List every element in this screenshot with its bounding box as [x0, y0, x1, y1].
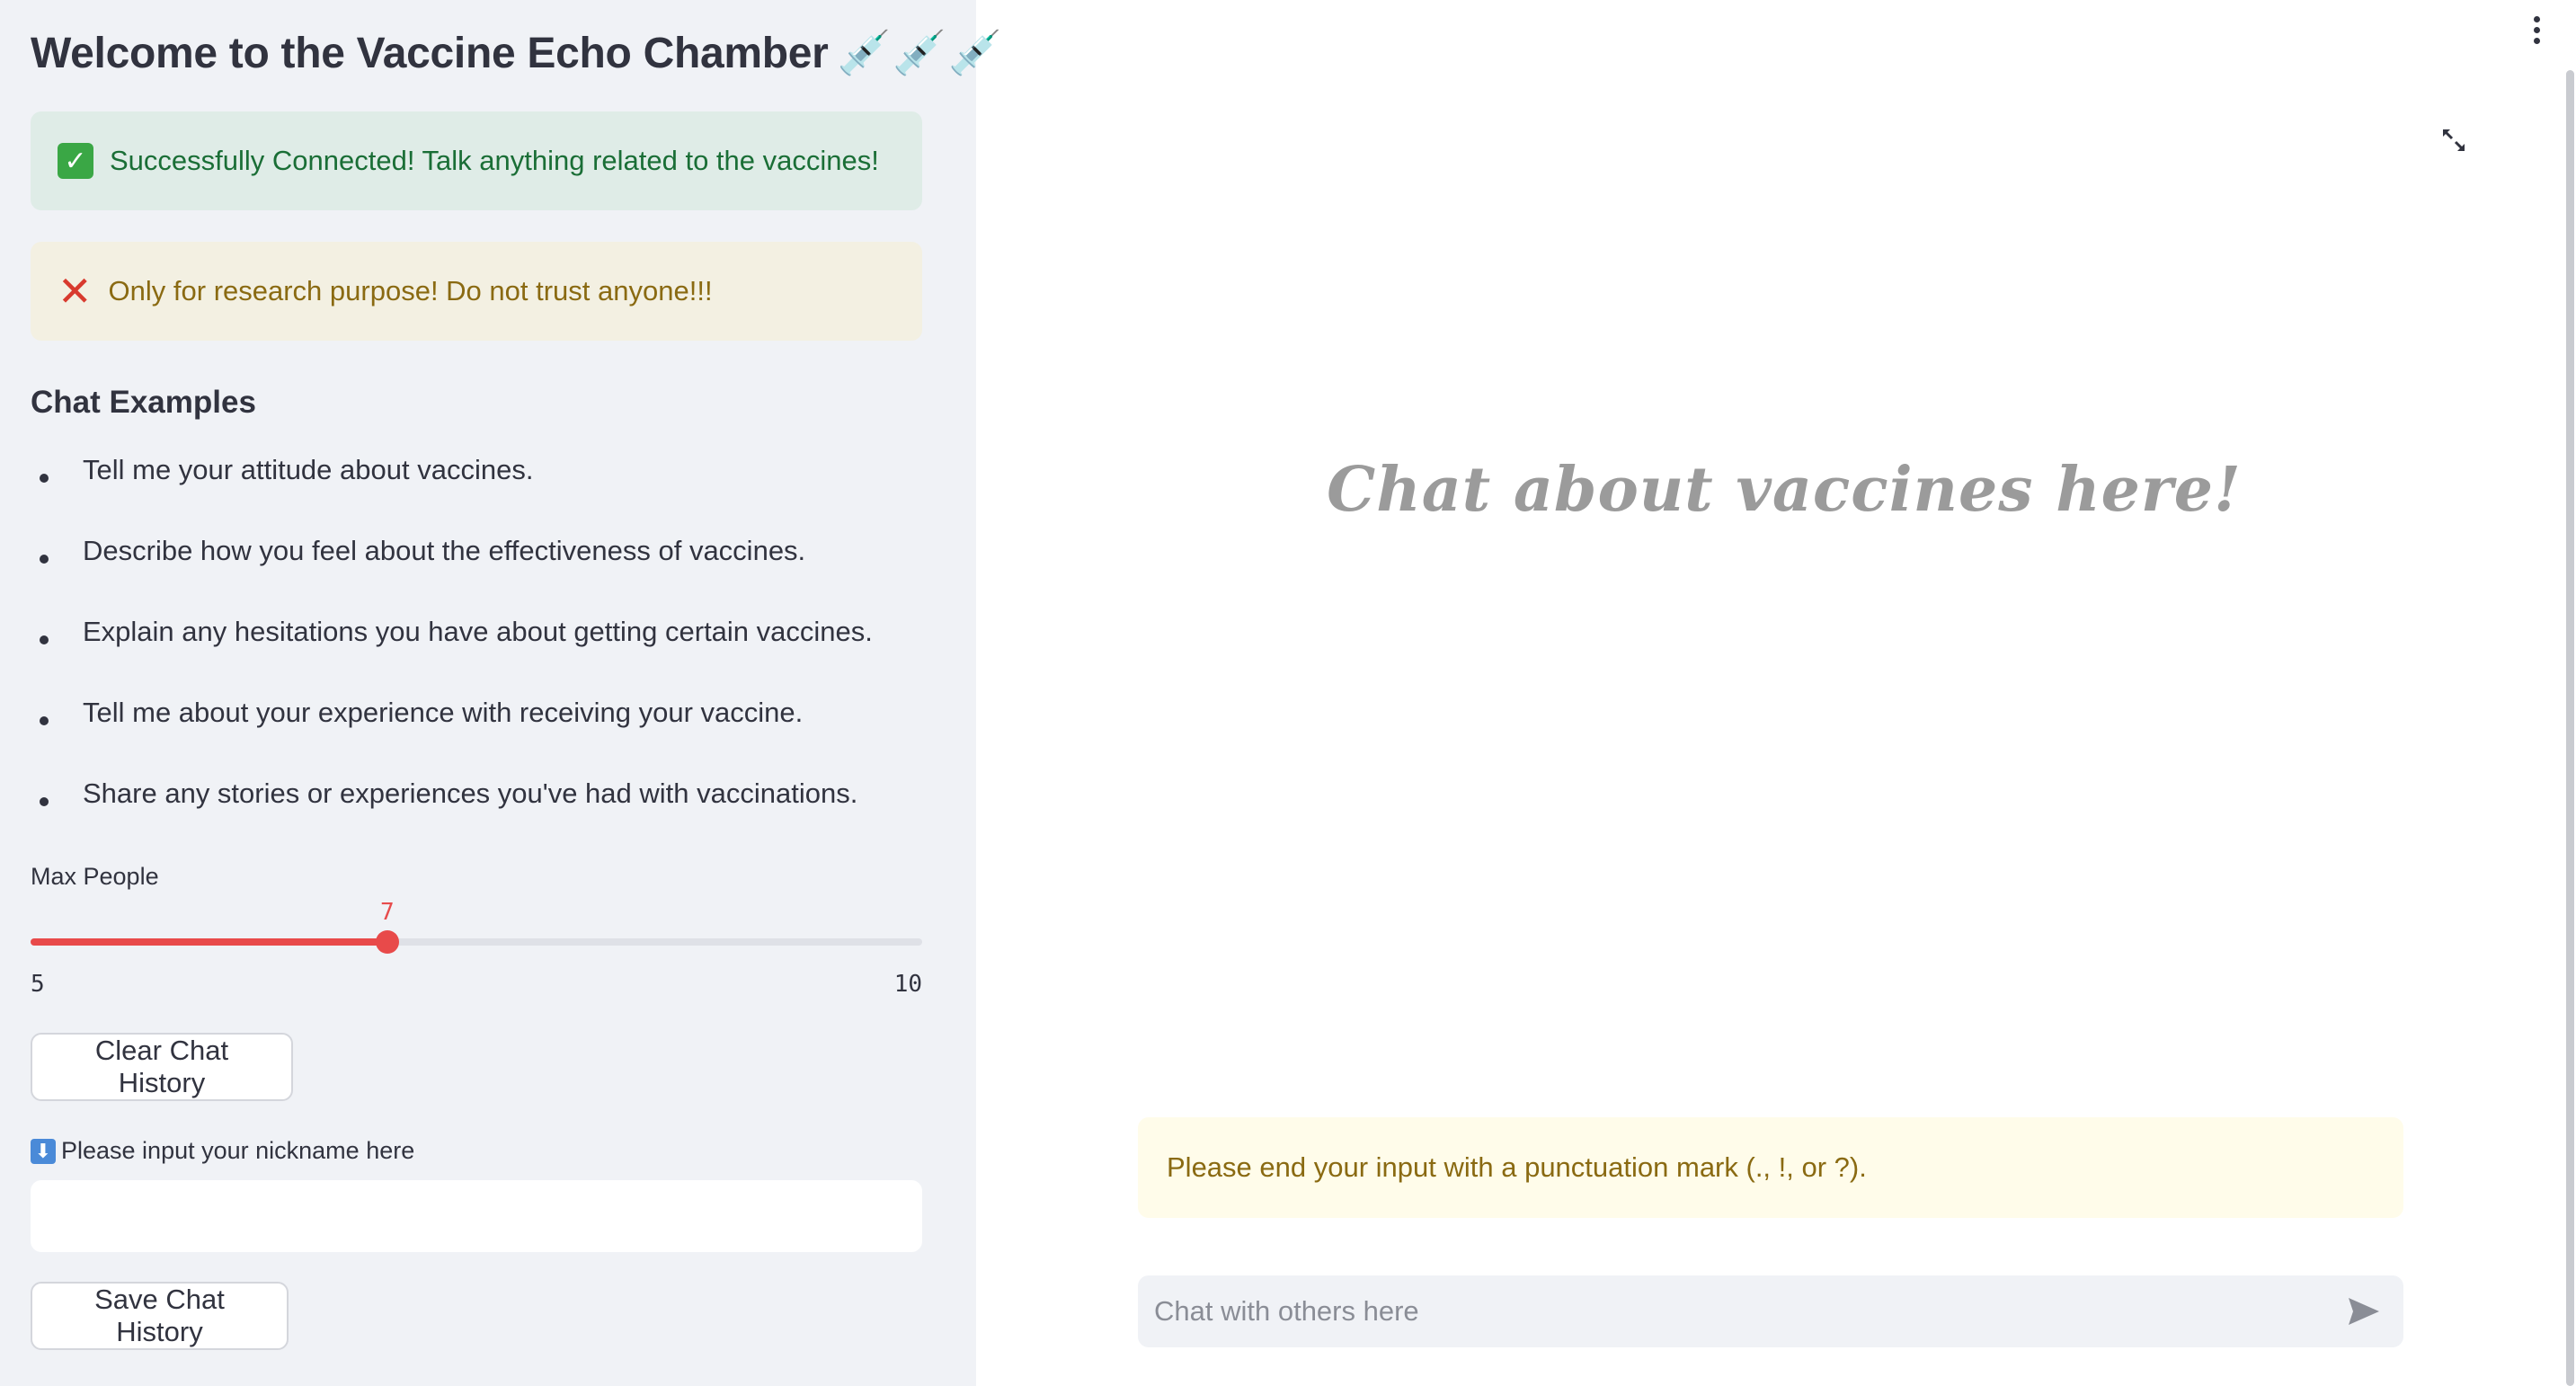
- chat-input-container: [1138, 1275, 2403, 1347]
- chat-placeholder-title: Chat about vaccines here!: [1327, 454, 2242, 526]
- nickname-label: ⬇ Please input your nickname here: [31, 1137, 414, 1165]
- more-vertical-icon[interactable]: [2527, 16, 2545, 47]
- warning-alert: ✕ Only for research purpose! Do not trus…: [31, 242, 922, 341]
- chat-examples-list: Tell me your attitude about vaccines. De…: [31, 454, 873, 858]
- down-arrow-icon: ⬇: [31, 1138, 56, 1164]
- clear-chat-history-button[interactable]: Clear Chat History: [31, 1033, 293, 1101]
- slider-thumb[interactable]: [375, 930, 399, 954]
- chat-examples-heading: Chat Examples: [31, 385, 256, 420]
- list-item: Explain any hesitations you have about g…: [31, 616, 873, 697]
- success-alert: ✓ Successfully Connected! Talk anything …: [31, 111, 922, 210]
- scrollbar[interactable]: [2566, 70, 2574, 1386]
- max-people-slider[interactable]: [31, 930, 922, 954]
- fullscreen-icon[interactable]: [2439, 126, 2468, 155]
- check-icon: ✓: [58, 143, 93, 179]
- cross-icon: ✕: [58, 268, 93, 315]
- nickname-input[interactable]: [31, 1180, 922, 1252]
- syringe-icon: 💉💉💉: [837, 30, 1004, 77]
- nickname-label-text: Please input your nickname here: [61, 1137, 415, 1164]
- list-item: Describe how you feel about the effectiv…: [31, 535, 873, 616]
- sidebar: Welcome to the Vaccine Echo Chamber 💉💉💉 ✓…: [0, 0, 1002, 1386]
- save-chat-history-button[interactable]: Save Chat History: [31, 1282, 289, 1350]
- punctuation-notice: Please end your input with a punctuation…: [1138, 1117, 2403, 1218]
- list-item: Tell me about your experience with recei…: [31, 697, 873, 777]
- sidebar-title-text: Welcome to the Vaccine Echo Chamber: [31, 30, 829, 77]
- success-message: Successfully Connected! Talk anything re…: [110, 145, 879, 176]
- send-icon[interactable]: [2346, 1293, 2382, 1329]
- sidebar-title: Welcome to the Vaccine Echo Chamber 💉💉💉: [31, 27, 1004, 78]
- slider-min-label: 5: [31, 971, 45, 998]
- chat-input[interactable]: [1138, 1275, 2324, 1347]
- warning-message: Only for research purpose! Do not trust …: [108, 275, 713, 307]
- max-people-label: Max People: [31, 863, 159, 890]
- list-item: Tell me your attitude about vaccines.: [31, 454, 873, 535]
- list-item: Share any stories or experiences you've …: [31, 777, 873, 858]
- slider-max-label: 10: [893, 971, 922, 998]
- slider-value: 7: [379, 899, 395, 926]
- slider-fill: [31, 938, 387, 946]
